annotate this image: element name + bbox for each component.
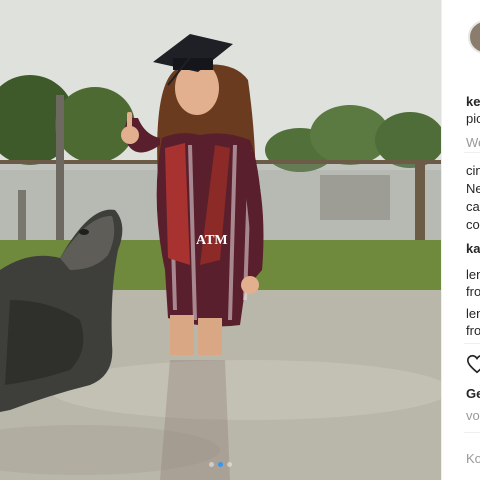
likes-count[interactable]: Ge <box>466 385 480 403</box>
svg-text:ATM: ATM <box>196 233 228 248</box>
comment-text: fro <box>466 323 480 338</box>
divider <box>464 152 480 153</box>
comment-user[interactable]: ka <box>466 240 480 258</box>
comment-user[interactable]: len <box>466 305 480 323</box>
post-date: vo <box>466 408 480 423</box>
carousel-indicator[interactable] <box>0 462 441 467</box>
post-side-panel: ke pic We cin Ne ca co ka len fro len fr… <box>441 0 480 480</box>
divider <box>464 343 480 344</box>
comment-text: fro <box>466 284 480 299</box>
divider <box>464 432 480 433</box>
carousel-dot[interactable] <box>227 462 232 467</box>
heart-icon[interactable] <box>466 353 480 375</box>
location-label[interactable]: pic <box>466 110 480 128</box>
add-comment-input[interactable]: Ko <box>466 450 480 468</box>
follow-label[interactable]: We <box>466 134 480 152</box>
carousel-dot[interactable] <box>209 462 214 467</box>
username[interactable]: ke <box>466 93 480 111</box>
caption-line: co <box>466 217 480 232</box>
comment-user[interactable]: len <box>466 266 480 284</box>
caption-line: cin <box>466 163 480 178</box>
post-image[interactable]: ATM <box>0 0 441 480</box>
photo-scene: ATM <box>0 0 441 480</box>
avatar[interactable] <box>468 20 480 54</box>
carousel-dot-active[interactable] <box>218 462 223 467</box>
caption-line: Ne <box>466 181 480 196</box>
caption-line: ca <box>466 199 480 214</box>
